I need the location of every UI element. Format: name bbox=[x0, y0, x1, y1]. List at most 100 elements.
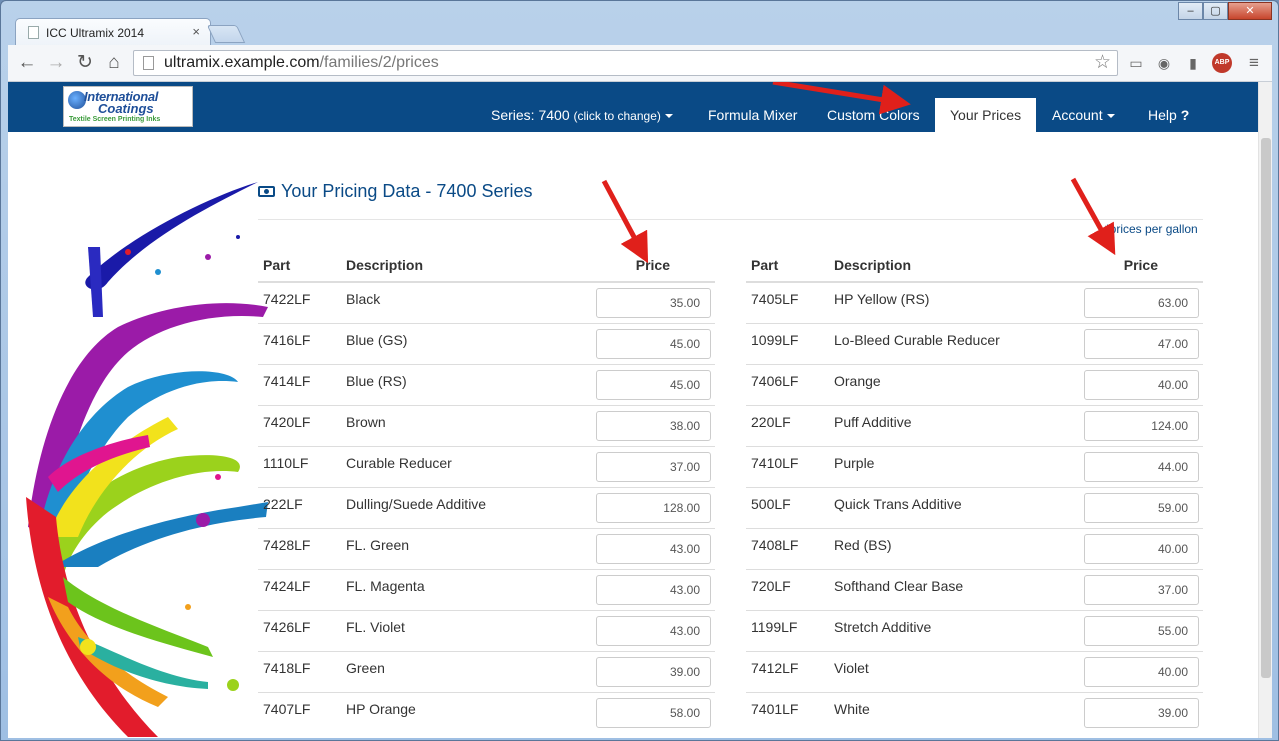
table-row: 7424LF FL. Magenta bbox=[258, 568, 715, 610]
arrow-to-price-right-icon bbox=[1070, 177, 1116, 256]
price-cell bbox=[1054, 363, 1203, 405]
price-input[interactable] bbox=[1084, 410, 1199, 441]
part-cell: 720LF bbox=[746, 568, 829, 610]
nav-your-prices[interactable]: Your Prices bbox=[935, 98, 1037, 132]
arrow-to-price-left-icon bbox=[601, 179, 649, 264]
description-cell: Quick Trans Additive bbox=[829, 486, 1054, 528]
forward-arrow-icon[interactable]: → bbox=[45, 52, 67, 74]
part-cell: 7405LF bbox=[746, 281, 829, 323]
help-label: Help bbox=[1148, 107, 1177, 123]
table-row: 7426LF FL. Violet bbox=[258, 609, 715, 651]
page-icon bbox=[143, 56, 154, 70]
description-cell: Softhand Clear Base bbox=[829, 568, 1054, 610]
right-pricing-table: Part Description Price 7405LF HP Yellow (… bbox=[746, 251, 1203, 733]
maximize-button[interactable]: ▢ bbox=[1203, 2, 1228, 20]
cast-icon[interactable]: ▭ bbox=[1126, 53, 1146, 73]
description-cell: Black bbox=[341, 281, 566, 323]
price-input[interactable] bbox=[596, 369, 711, 400]
new-tab-button[interactable] bbox=[206, 25, 246, 43]
table-row: 7405LF HP Yellow (RS) bbox=[746, 281, 1203, 323]
minimize-button[interactable]: – bbox=[1178, 2, 1203, 20]
reload-icon[interactable]: ↻ bbox=[74, 52, 96, 74]
col-part-header: Part bbox=[258, 251, 341, 283]
col-price-header: Price bbox=[1054, 251, 1203, 283]
price-cell bbox=[566, 404, 715, 446]
bookmark-star-icon[interactable]: ☆ bbox=[1094, 51, 1111, 74]
description-cell: Blue (RS) bbox=[341, 363, 566, 405]
divider bbox=[258, 219, 1203, 220]
price-input[interactable] bbox=[1084, 697, 1199, 728]
nav-series-dropdown[interactable]: Series: 7400 (click to change) bbox=[476, 107, 688, 141]
table-row: 7410LF Purple bbox=[746, 445, 1203, 487]
table-header-row: Part Description Price bbox=[746, 251, 1203, 283]
price-input[interactable] bbox=[596, 328, 711, 359]
adblock-icon[interactable]: ABP bbox=[1212, 53, 1232, 73]
part-cell: 7422LF bbox=[258, 281, 341, 323]
table-row: 720LF Softhand Clear Base bbox=[746, 568, 1203, 610]
price-input[interactable] bbox=[1084, 369, 1199, 400]
description-cell: Stretch Additive bbox=[829, 609, 1054, 651]
money-icon bbox=[258, 186, 275, 197]
part-cell: 7426LF bbox=[258, 609, 341, 651]
price-cell bbox=[566, 322, 715, 364]
price-input[interactable] bbox=[596, 533, 711, 564]
address-bar[interactable]: ultramix.example.com/families/2/prices ☆ bbox=[133, 50, 1118, 76]
price-input[interactable] bbox=[1084, 574, 1199, 605]
price-input[interactable] bbox=[596, 288, 711, 318]
price-input[interactable] bbox=[596, 492, 711, 523]
price-input[interactable] bbox=[1084, 656, 1199, 687]
table-row: 1199LF Stretch Additive bbox=[746, 609, 1203, 651]
price-cell bbox=[1054, 322, 1203, 364]
nav-help[interactable]: Help ? bbox=[1133, 107, 1204, 141]
price-cell bbox=[1054, 527, 1203, 569]
tab-close-icon[interactable]: × bbox=[192, 24, 200, 39]
browser-tab[interactable]: ICC Ultramix 2014 × bbox=[15, 18, 211, 46]
site-logo[interactable]: International Coatings Textile Screen Pr… bbox=[63, 86, 193, 127]
nav-formula-mixer[interactable]: Formula Mixer bbox=[693, 107, 812, 141]
part-cell: 500LF bbox=[746, 486, 829, 528]
nav-custom-colors[interactable]: Custom Colors bbox=[812, 107, 935, 141]
price-input[interactable] bbox=[596, 574, 711, 605]
part-cell: 220LF bbox=[746, 404, 829, 446]
description-cell: HP Yellow (RS) bbox=[829, 281, 1054, 323]
price-cell bbox=[566, 445, 715, 487]
price-input[interactable] bbox=[1084, 451, 1199, 482]
price-cell bbox=[566, 486, 715, 528]
url-host: ultramix.example.com bbox=[164, 54, 320, 71]
scrollbar-thumb[interactable] bbox=[1261, 138, 1271, 678]
description-cell: Purple bbox=[829, 445, 1054, 487]
part-cell: 7420LF bbox=[258, 404, 341, 446]
price-input[interactable] bbox=[1084, 615, 1199, 646]
account-label: Account bbox=[1052, 107, 1103, 123]
nav-account-dropdown[interactable]: Account bbox=[1037, 107, 1130, 141]
table-row: 1099LF Lo-Bleed Curable Reducer bbox=[746, 322, 1203, 364]
price-input[interactable] bbox=[1084, 288, 1199, 318]
price-input[interactable] bbox=[596, 410, 711, 441]
menu-icon[interactable]: ≡ bbox=[1244, 53, 1264, 73]
prices-per-gallon-note: *prices per gallon bbox=[1105, 222, 1198, 236]
table-row: 500LF Quick Trans Additive bbox=[746, 486, 1203, 528]
price-cell bbox=[1054, 650, 1203, 692]
price-input[interactable] bbox=[1084, 328, 1199, 359]
vertical-scrollbar[interactable] bbox=[1258, 82, 1272, 738]
price-input[interactable] bbox=[596, 451, 711, 482]
price-input[interactable] bbox=[1084, 533, 1199, 564]
price-input[interactable] bbox=[596, 656, 711, 687]
price-cell bbox=[566, 691, 715, 733]
home-icon[interactable]: ⌂ bbox=[103, 52, 125, 74]
description-cell: White bbox=[829, 691, 1054, 733]
col-part-header: Part bbox=[746, 251, 829, 283]
back-arrow-icon[interactable]: ← bbox=[16, 52, 38, 74]
price-input[interactable] bbox=[596, 697, 711, 728]
mobile-extension-icon[interactable]: ▮ bbox=[1183, 53, 1203, 73]
site-navbar: International Coatings Textile Screen Pr… bbox=[8, 82, 1258, 132]
page-title-text: Your Pricing Data - 7400 Series bbox=[281, 181, 533, 201]
price-input[interactable] bbox=[1084, 492, 1199, 523]
part-cell: 7408LF bbox=[746, 527, 829, 569]
col-description-header: Description bbox=[341, 251, 566, 283]
description-cell: Orange bbox=[829, 363, 1054, 405]
close-window-button[interactable]: ✕ bbox=[1228, 2, 1272, 20]
price-input[interactable] bbox=[596, 615, 711, 646]
question-icon: ? bbox=[1180, 107, 1190, 123]
extension-icon[interactable]: ◉ bbox=[1154, 53, 1174, 73]
